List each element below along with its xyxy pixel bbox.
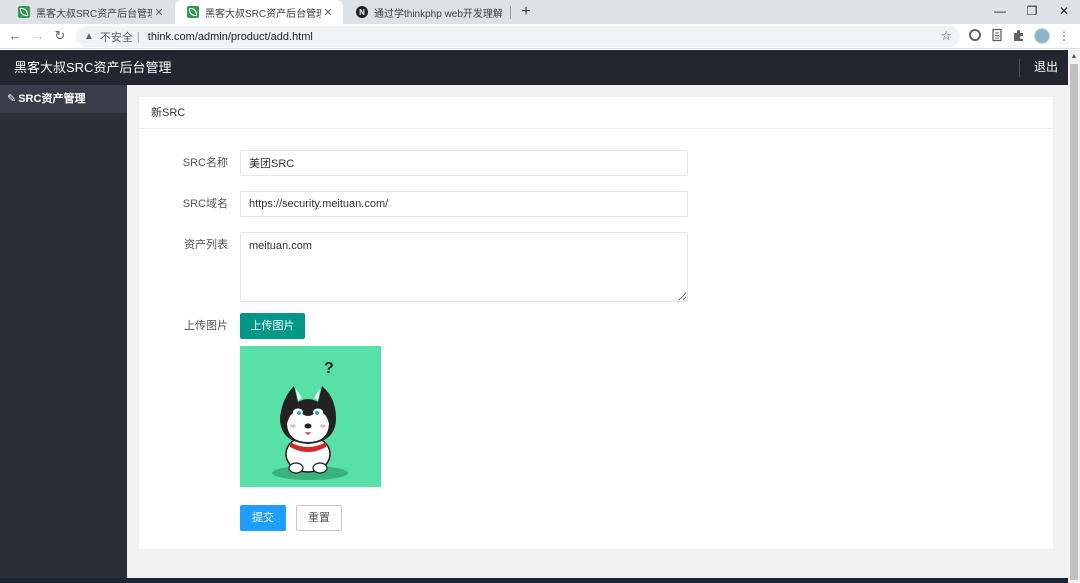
minimize-button[interactable]: — [984, 0, 1016, 24]
taskbar-strip [0, 578, 1068, 583]
husky-illustration: ? [272, 360, 348, 480]
bookmark-star-icon[interactable]: ☆ [940, 28, 952, 44]
src-name-input[interactable] [240, 150, 688, 176]
scroll-up-arrow-icon[interactable]: ▲ [1068, 50, 1080, 64]
page-scrollbar[interactable]: ▲ [1068, 50, 1080, 583]
notion-favicon-icon: N [356, 6, 368, 18]
form-row-image: 上传图片 [139, 313, 228, 339]
restore-button[interactable]: ❐ [1016, 0, 1048, 24]
app-header: 黑客大叔SRC资产后台管理 退出 [0, 50, 1068, 85]
field-label: SRC名称 [182, 157, 228, 169]
warning-icon[interactable]: ▲ [84, 31, 94, 42]
site-favicon-icon [18, 6, 30, 18]
form-heading: 新SRC [139, 97, 1053, 129]
question-mark: ? [324, 360, 334, 377]
form-row-domain: SRC域名 [139, 191, 228, 217]
tab-close-icon[interactable]: ✕ [321, 6, 335, 19]
puzzle-icon[interactable] [1011, 28, 1027, 44]
tab-close-icon[interactable]: ✕ [152, 6, 166, 19]
sidebar: ✎ SRC资产管理 [0, 85, 127, 583]
forward-button[interactable]: → [29, 27, 47, 45]
back-button[interactable]: ← [6, 27, 24, 45]
field-label: SRC域名 [182, 198, 228, 210]
url-text[interactable]: think.com/admin/product/add.html [148, 31, 313, 43]
form-row-assets: 资产列表 [139, 232, 228, 258]
field-label: 资产列表 [184, 239, 228, 251]
address-separator: | [136, 30, 140, 43]
main-content: 新SRC SRC名称 SRC域名 资产列表 meituan.com 上传图片 上… [127, 85, 1068, 578]
reader-icon[interactable] [989, 28, 1005, 44]
browser-tab-1[interactable]: 黑客大叔SRC资产后台管理 ✕ [6, 0, 174, 24]
insecure-label: 不安全 [99, 31, 133, 44]
asset-list-textarea[interactable]: meituan.com [240, 232, 688, 302]
browser-toolbar: ← → ↻ ▲ 不安全 | think.com/admin/product/ad… [0, 24, 1080, 49]
browser-tab-3[interactable]: N 通过学thinkphp web开发理解漏 [344, 0, 510, 24]
src-domain-input[interactable] [240, 191, 688, 217]
app-title: 黑客大叔SRC资产后台管理 [14, 60, 172, 75]
new-tab-button[interactable]: + [517, 2, 535, 22]
sidebar-item-label: SRC资产管理 [18, 93, 86, 105]
circle-extension-icon[interactable] [967, 28, 983, 44]
menu-icon[interactable]: ⋮ [1056, 28, 1072, 44]
profile-icon[interactable] [1034, 28, 1050, 44]
uploaded-image-preview: ? [240, 346, 381, 487]
close-window-button[interactable]: ✕ [1048, 0, 1080, 24]
form-row-name: SRC名称 [139, 150, 228, 176]
tab-divider [510, 6, 511, 19]
reload-button[interactable]: ↻ [51, 27, 69, 45]
address-bar[interactable]: ▲ 不安全 | think.com/admin/product/add.html… [76, 26, 960, 47]
browser-tab-2[interactable]: 黑客大叔SRC资产后台管理 ✕ [175, 0, 343, 24]
site-favicon-icon [187, 6, 199, 18]
upload-image-button[interactable]: 上传图片 [240, 313, 305, 339]
tab-title: 黑客大叔SRC资产后台管理 [205, 8, 321, 20]
browser-tab-strip: 黑客大叔SRC资产后台管理 ✕ 黑客大叔SRC资产后台管理 ✕ N 通过学thi… [0, 0, 1080, 24]
reset-button[interactable]: 重置 [296, 505, 342, 531]
form-card: 新SRC SRC名称 SRC域名 资产列表 meituan.com 上传图片 上… [139, 97, 1053, 549]
submit-button[interactable]: 提交 [240, 505, 286, 531]
sidebar-item-src-assets[interactable]: ✎ SRC资产管理 [0, 85, 127, 113]
logout-link[interactable]: 退出 [1034, 50, 1058, 85]
scroll-thumb[interactable] [1070, 64, 1078, 580]
tab-title: 黑客大叔SRC资产后台管理 [36, 8, 152, 20]
tab-title: 通过学thinkphp web开发理解漏 [374, 8, 502, 20]
header-divider [1019, 59, 1020, 77]
field-label: 上传图片 [184, 320, 228, 332]
pencil-icon: ✎ [7, 93, 17, 105]
